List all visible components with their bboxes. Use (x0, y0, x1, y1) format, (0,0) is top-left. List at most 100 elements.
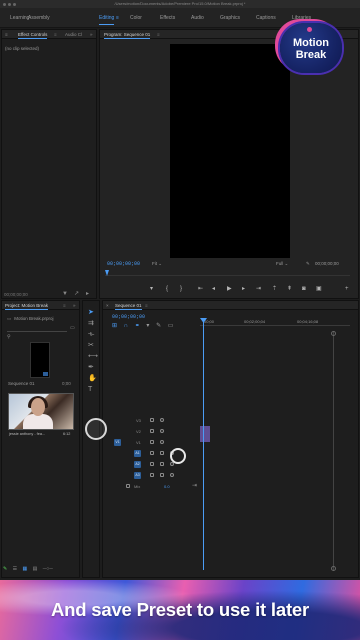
snap-icon[interactable]: ∩ (124, 323, 128, 329)
workspace-item-captions[interactable]: Captions (256, 8, 276, 28)
source-patch-a2[interactable]: A2 (134, 461, 141, 468)
program-menu-icon[interactable]: ≡ (157, 30, 160, 39)
toggle-output-icon[interactable] (160, 418, 164, 422)
timeline-playhead[interactable] (203, 320, 204, 570)
project-search-input[interactable]: ⚲ (7, 325, 67, 340)
source-patch-a1[interactable]: A1 (134, 450, 141, 457)
project-menu-icon[interactable]: ≡ (63, 301, 66, 310)
freeform-view-icon[interactable]: ▤ (33, 566, 38, 572)
go-to-end-icon[interactable]: ⇥ (192, 482, 197, 489)
workspace-item-editing[interactable]: Editing (99, 8, 115, 28)
slip-tool-icon[interactable]: ⟷ (88, 351, 98, 362)
tab-effect-controls[interactable]: Effect Controls (18, 30, 48, 39)
quality-dropdown[interactable]: Full ⌄ (276, 261, 288, 267)
lock-track-icon[interactable] (150, 429, 154, 433)
nest-icon[interactable]: ⊞ (112, 323, 117, 329)
track-select-tool-icon[interactable]: ⇉ (88, 318, 98, 329)
source-patch-v1[interactable]: V1 (114, 439, 121, 446)
filter-icon[interactable]: ▼ (62, 291, 68, 297)
workspace-item-assembly[interactable]: Assembly (28, 8, 50, 28)
timeline-ruler[interactable] (200, 325, 350, 326)
captions-icon[interactable]: ▭ (168, 323, 174, 329)
export-frame-icon[interactable]: ◙ (302, 285, 306, 293)
mix-volume-value[interactable]: 0.0 (164, 484, 170, 489)
step-forward-icon[interactable]: ▸ (242, 285, 245, 293)
timeline-menu-icon[interactable]: ≡ (145, 301, 148, 310)
wrench-icon[interactable]: ✎ (306, 261, 310, 267)
button-editor-icon[interactable]: + (345, 285, 349, 293)
timeline-close-icon[interactable]: × (106, 301, 109, 310)
razor-tool-icon[interactable]: ✂ (88, 340, 98, 351)
selection-tool-icon[interactable]: ➤ (88, 307, 98, 318)
extract-icon[interactable]: ⇞ (287, 285, 292, 293)
solo-track-icon[interactable] (160, 473, 164, 477)
mark-out-icon[interactable]: } (180, 285, 182, 293)
record-voiceover-icon[interactable] (170, 473, 174, 477)
solo-track-icon[interactable] (160, 451, 164, 455)
mute-track-icon[interactable] (150, 462, 154, 466)
icon-view-icon[interactable]: ▦ (22, 566, 27, 572)
pencil-icon[interactable]: ✎ (3, 566, 7, 572)
toggle-output-icon[interactable] (160, 429, 164, 433)
panel-menu-icon[interactable]: ≡ (5, 30, 8, 39)
zoom-window-icon[interactable] (13, 2, 16, 6)
linked-selection-icon[interactable]: ⚭ (135, 323, 140, 329)
sequence-thumbnail[interactable] (30, 342, 50, 378)
hand-tool-icon[interactable]: ✋ (88, 373, 98, 384)
editing-menu-icon[interactable]: ≡ (116, 8, 119, 28)
workspace-item-color[interactable]: Color (130, 8, 142, 28)
timeline-settings-icon[interactable]: ✎ (156, 323, 161, 329)
mute-track-icon[interactable] (150, 451, 154, 455)
project-item-name[interactable]: Sequence 01 (8, 381, 35, 386)
zoom-slider-icon[interactable]: ─○─ (43, 566, 53, 572)
close-window-icon[interactable] (3, 2, 6, 6)
timeline-timecode[interactable]: 00;00;00;00 (112, 314, 145, 320)
go-to-out-icon[interactable]: ⇥ (256, 285, 261, 293)
lock-track-icon[interactable] (126, 484, 130, 488)
lock-track-icon[interactable] (150, 440, 154, 444)
more-tabs-icon[interactable]: » (90, 30, 93, 39)
pen-tool-icon[interactable]: ✒ (88, 362, 98, 373)
type-tool-icon[interactable]: T (88, 384, 98, 395)
solo-track-icon[interactable] (160, 462, 164, 466)
program-video-frame[interactable] (170, 44, 290, 258)
lock-track-icon[interactable] (150, 418, 154, 422)
toggle-output-icon[interactable] (160, 440, 164, 444)
tab-project[interactable]: Project: Motion Break (5, 301, 49, 310)
tab-audio-clip-mixer[interactable]: Audio Cl (65, 30, 82, 39)
workspace-item-effects[interactable]: Effects (160, 8, 175, 28)
tab-sequence-01[interactable]: Sequence 01 (115, 301, 142, 310)
program-time-ruler[interactable] (105, 270, 350, 276)
program-timecode[interactable]: 00;00;00;00 (107, 261, 140, 267)
scroll-handle-bottom[interactable] (331, 566, 336, 571)
mark-in-icon[interactable]: { (166, 285, 168, 293)
video-clip-thumbnail[interactable] (8, 393, 74, 430)
new-bin-icon[interactable]: ▭ (70, 325, 75, 331)
program-playhead-marker[interactable] (105, 270, 109, 276)
mute-track-icon[interactable] (150, 473, 154, 477)
ripple-edit-tool-icon[interactable]: ⟛ (88, 329, 98, 340)
more-tabs-icon[interactable]: » (73, 301, 76, 310)
scroll-handle-top[interactable] (331, 331, 336, 336)
lift-icon[interactable]: ⇡ (272, 285, 277, 293)
timeline-scrollbar[interactable] (333, 331, 334, 571)
workspace-item-graphics[interactable]: Graphics (220, 8, 240, 28)
workspace-item-audio[interactable]: Audio (191, 8, 204, 28)
source-patch-a3[interactable]: A3 (134, 472, 141, 479)
workspace-item-learning[interactable]: Learning (10, 8, 29, 28)
project-item-name[interactable]: jessie anthony - fea... (9, 432, 45, 436)
step-back-icon[interactable]: ◂ (212, 285, 215, 293)
add-marker-icon[interactable]: ▾ (150, 285, 153, 293)
export-icon[interactable]: ↗ (74, 291, 80, 297)
play-icon[interactable]: ▶ (227, 285, 232, 293)
fit-dropdown[interactable]: Fit ⌄ (152, 261, 162, 267)
add-marker-icon[interactable]: ▾ (146, 323, 149, 329)
list-view-icon[interactable]: ☰ (13, 566, 17, 572)
minimize-window-icon[interactable] (8, 2, 11, 6)
comparison-view-icon[interactable]: ▣ (316, 285, 322, 293)
go-to-in-icon[interactable]: ⇤ (198, 285, 203, 293)
play-only-audio-icon[interactable]: ▸ (86, 291, 92, 297)
tab-program-monitor[interactable]: Program: Sequence 01 (104, 30, 151, 39)
dragged-preset-clip[interactable] (200, 426, 210, 442)
tab-menu-icon[interactable]: ≡ (54, 30, 57, 39)
